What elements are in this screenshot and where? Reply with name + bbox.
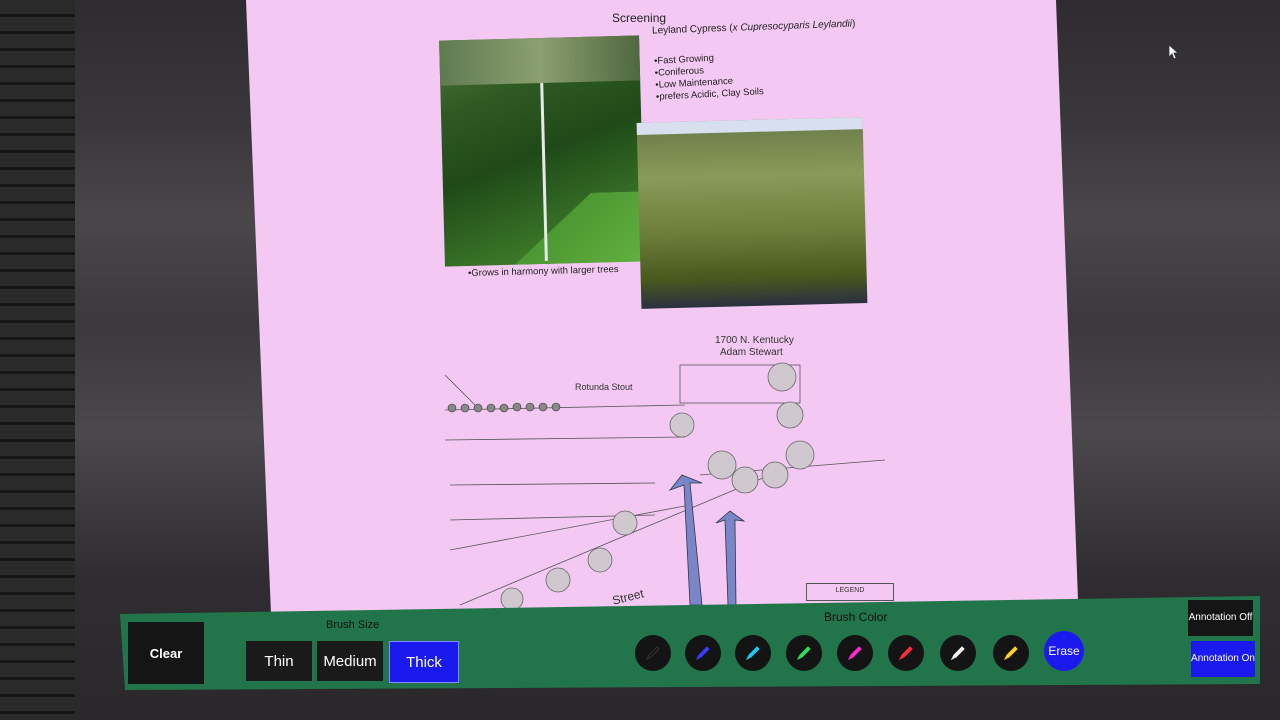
pencil-icon [1003,646,1018,661]
color-magenta-button[interactable] [837,635,873,671]
annotation-on-button[interactable]: Annotation On [1191,641,1255,677]
wall-background [0,0,80,720]
pencil-icon [796,646,811,661]
color-black-button[interactable] [635,635,671,671]
color-red-button[interactable] [888,635,924,671]
brush-color-label: Brush Color [824,610,888,624]
color-green-button[interactable] [786,635,822,671]
color-white-button[interactable] [940,635,976,671]
color-blue-button[interactable] [685,635,721,671]
annotation-off-button[interactable]: Annotation Off [1188,600,1253,636]
color-yellow-button[interactable] [993,635,1029,671]
measuring-pole [540,82,548,261]
brush-size-thick-button[interactable]: Thick [389,641,459,683]
plant-features-list: Fast Growing Coniferous Low Maintenance … [654,50,764,104]
color-cyan-button[interactable] [735,635,771,671]
pencil-icon [745,646,760,661]
slide-title: Screening [612,11,667,25]
hedge-photo-wide [636,117,868,309]
brush-size-medium-button[interactable]: Medium [317,641,383,681]
mouse-cursor-icon [1168,44,1180,60]
pencil-icon [950,646,965,661]
brush-size-label: Brush Size [326,619,380,631]
brush-size-thin-button[interactable]: Thin [246,641,312,681]
plan-note-address: 1700 N. Kentucky [715,335,794,346]
pencil-icon [695,646,710,661]
pencil-icon [645,646,660,661]
plan-note-name: Adam Stewart [720,347,783,358]
pencil-icon [898,646,913,661]
clear-button[interactable]: Clear [128,622,204,684]
plan-note-stout: Rotunda Stout [575,382,633,392]
site-plan-drawing: 1700 N. Kentucky Adam Stewart Rotunda St… [444,335,886,610]
plan-legend: LEGEND [806,583,894,601]
erase-button[interactable]: Erase [1044,631,1084,671]
hedge-photo-tall [439,35,645,267]
pencil-icon [847,646,862,661]
